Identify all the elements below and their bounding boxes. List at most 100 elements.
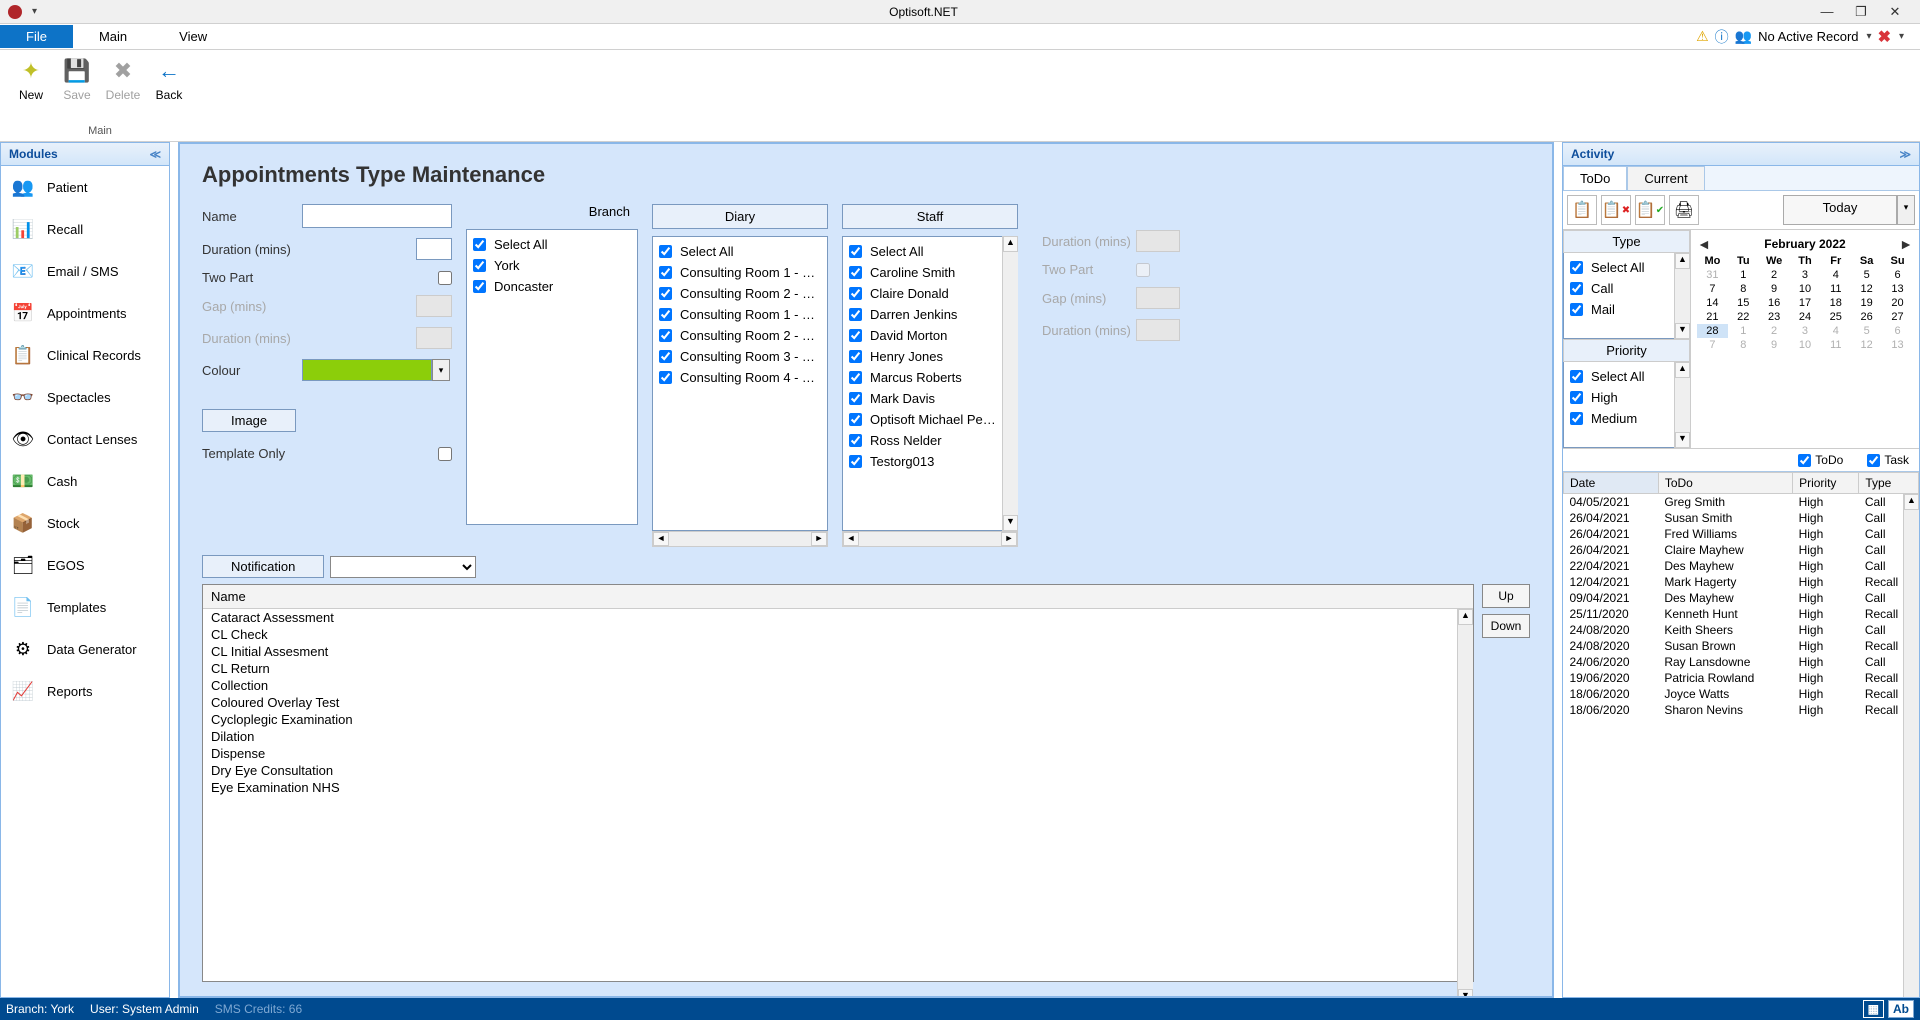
type-row[interactable]: CL Check: [203, 626, 1473, 643]
activity-row[interactable]: 24/08/2020Susan BrownHighRecall: [1564, 638, 1919, 654]
activity-row[interactable]: 04/05/2021Greg SmithHighCall: [1564, 494, 1919, 511]
staff-item[interactable]: Ross Nelder: [847, 430, 999, 451]
module-item-email-sms[interactable]: 📧Email / SMS: [1, 250, 169, 292]
colour-dropdown[interactable]: ▾: [432, 359, 450, 381]
expand-icon[interactable]: ≫: [1899, 148, 1911, 161]
activity-row[interactable]: 09/04/2021Des MayhewHighCall: [1564, 590, 1919, 606]
calendar-day[interactable]: 20: [1882, 296, 1913, 310]
menu-main[interactable]: Main: [73, 25, 153, 48]
diary-item[interactable]: Select All: [657, 241, 823, 262]
diary-item[interactable]: Consulting Room 4 - York: [657, 367, 823, 388]
type-vscroll[interactable]: ▲▼: [1674, 253, 1690, 339]
status-badge-1[interactable]: ▦: [1863, 1000, 1884, 1018]
record-dropdown-icon[interactable]: ▾: [1867, 31, 1872, 42]
activity-row[interactable]: 26/04/2021Susan SmithHighCall: [1564, 510, 1919, 526]
up-button[interactable]: Up: [1482, 584, 1530, 608]
warning-icon[interactable]: ⚠: [1696, 28, 1709, 45]
calendar-day[interactable]: 24: [1790, 310, 1821, 324]
calendar-day[interactable]: 10: [1790, 338, 1821, 352]
module-item-spectacles[interactable]: 👓Spectacles: [1, 376, 169, 418]
staff-item[interactable]: Optisoft Michael Perfthris: [847, 409, 999, 430]
active-record-label[interactable]: No Active Record: [1758, 29, 1858, 44]
clipboard-icon[interactable]: 📋: [1567, 195, 1597, 225]
calendar-day[interactable]: 3: [1790, 324, 1821, 338]
branch-item[interactable]: Doncaster: [471, 276, 633, 297]
calendar-day[interactable]: 3: [1790, 268, 1821, 282]
colour-swatch[interactable]: [302, 359, 432, 381]
calendar-day[interactable]: 28: [1697, 324, 1728, 338]
calendar-day[interactable]: 4: [1820, 268, 1851, 282]
type-row[interactable]: Collection: [203, 677, 1473, 694]
calendar-day[interactable]: 5: [1851, 324, 1882, 338]
activity-row[interactable]: 18/06/2020Joyce WattsHighRecall: [1564, 686, 1919, 702]
branch-item[interactable]: York: [471, 255, 633, 276]
types-grid-header[interactable]: Name: [203, 585, 1473, 609]
status-badge-2[interactable]: Ab: [1888, 1000, 1914, 1018]
staff-item[interactable]: Mark Davis: [847, 388, 999, 409]
type-row[interactable]: Cataract Assessment: [203, 609, 1473, 626]
module-item-data-generator[interactable]: ⚙Data Generator: [1, 628, 169, 670]
calendar-day[interactable]: 6: [1882, 324, 1913, 338]
activity-row[interactable]: 26/04/2021Claire MayhewHighCall: [1564, 542, 1919, 558]
notification-dropdown[interactable]: [330, 556, 476, 578]
type-item[interactable]: Call: [1568, 278, 1671, 299]
image-button[interactable]: Image: [202, 409, 296, 432]
calendar-day[interactable]: 13: [1882, 282, 1913, 296]
diary-header[interactable]: Diary: [652, 204, 828, 229]
priority-item[interactable]: Medium: [1568, 408, 1671, 429]
calendar-day[interactable]: 19: [1851, 296, 1882, 310]
module-item-clinical-records[interactable]: 📋Clinical Records: [1, 334, 169, 376]
module-item-templates[interactable]: 📄Templates: [1, 586, 169, 628]
staff-item[interactable]: Claire Donald: [847, 283, 999, 304]
staff-item[interactable]: Caroline Smith: [847, 262, 999, 283]
calendar-day[interactable]: 25: [1820, 310, 1851, 324]
calendar-day[interactable]: 1: [1728, 268, 1759, 282]
calendar-day[interactable]: 18: [1820, 296, 1851, 310]
diary-item[interactable]: Consulting Room 2 - York: [657, 325, 823, 346]
diary-item[interactable]: Consulting Room 3 - York: [657, 346, 823, 367]
calendar-day[interactable]: 12: [1851, 338, 1882, 352]
act-col-priority[interactable]: Priority: [1793, 473, 1859, 494]
calendar-day[interactable]: 26: [1851, 310, 1882, 324]
print-icon[interactable]: 🖨: [1669, 195, 1699, 225]
type-row[interactable]: Dilation: [203, 728, 1473, 745]
calendar-day[interactable]: 12: [1851, 282, 1882, 296]
calendar-day[interactable]: 5: [1851, 268, 1882, 282]
module-item-recall[interactable]: 📊Recall: [1, 208, 169, 250]
type-row[interactable]: Dispense: [203, 745, 1473, 762]
help-icon[interactable]: ⓘ: [1715, 27, 1729, 47]
calendar-day[interactable]: 9: [1759, 338, 1790, 352]
calendar-day[interactable]: 22: [1728, 310, 1759, 324]
name-input[interactable]: [302, 204, 452, 228]
calendar-day[interactable]: 21: [1697, 310, 1728, 324]
diary-item[interactable]: Consulting Room 1 - Doncaster: [657, 262, 823, 283]
activity-row[interactable]: 18/06/2020Sharon NevinsHighRecall: [1564, 702, 1919, 718]
calendar-day[interactable]: 31: [1697, 268, 1728, 282]
calendar-day[interactable]: 10: [1790, 282, 1821, 296]
clipboard-check-icon[interactable]: 📋✔: [1635, 195, 1665, 225]
type-row[interactable]: Cycloplegic Examination: [203, 711, 1473, 728]
calendar-day[interactable]: 11: [1820, 282, 1851, 296]
calendar-day[interactable]: 6: [1882, 268, 1913, 282]
type-item[interactable]: Select All: [1568, 257, 1671, 278]
notification-button[interactable]: Notification: [202, 555, 324, 578]
type-row[interactable]: Dry Eye Consultation: [203, 762, 1473, 779]
calendar-day[interactable]: 11: [1820, 338, 1851, 352]
module-item-appointments[interactable]: 📅Appointments: [1, 292, 169, 334]
task-filter-checkbox[interactable]: Task: [1867, 453, 1909, 467]
templateonly-checkbox[interactable]: [438, 447, 452, 461]
today-dropdown-icon[interactable]: ▾: [1897, 195, 1915, 225]
calendar-day[interactable]: 27: [1882, 310, 1913, 324]
diary-list[interactable]: Select AllConsulting Room 1 - Doncaster C…: [652, 236, 828, 531]
todo-filter-checkbox[interactable]: ToDo: [1798, 453, 1843, 467]
type-row[interactable]: CL Initial Assesment: [203, 643, 1473, 660]
clear-dropdown-icon[interactable]: ▾: [1899, 31, 1904, 42]
type-filter-list[interactable]: Select AllCallMail: [1563, 253, 1690, 339]
priority-item[interactable]: High: [1568, 387, 1671, 408]
calendar-day[interactable]: 2: [1759, 324, 1790, 338]
activity-grid[interactable]: DateToDoPriorityType04/05/2021Greg Smith…: [1563, 471, 1919, 997]
staff-hscroll[interactable]: ◄►: [842, 531, 1018, 547]
activity-row[interactable]: 24/06/2020Ray LansdowneHighCall: [1564, 654, 1919, 670]
type-row[interactable]: CL Return: [203, 660, 1473, 677]
close-button[interactable]: ✕: [1878, 4, 1912, 20]
